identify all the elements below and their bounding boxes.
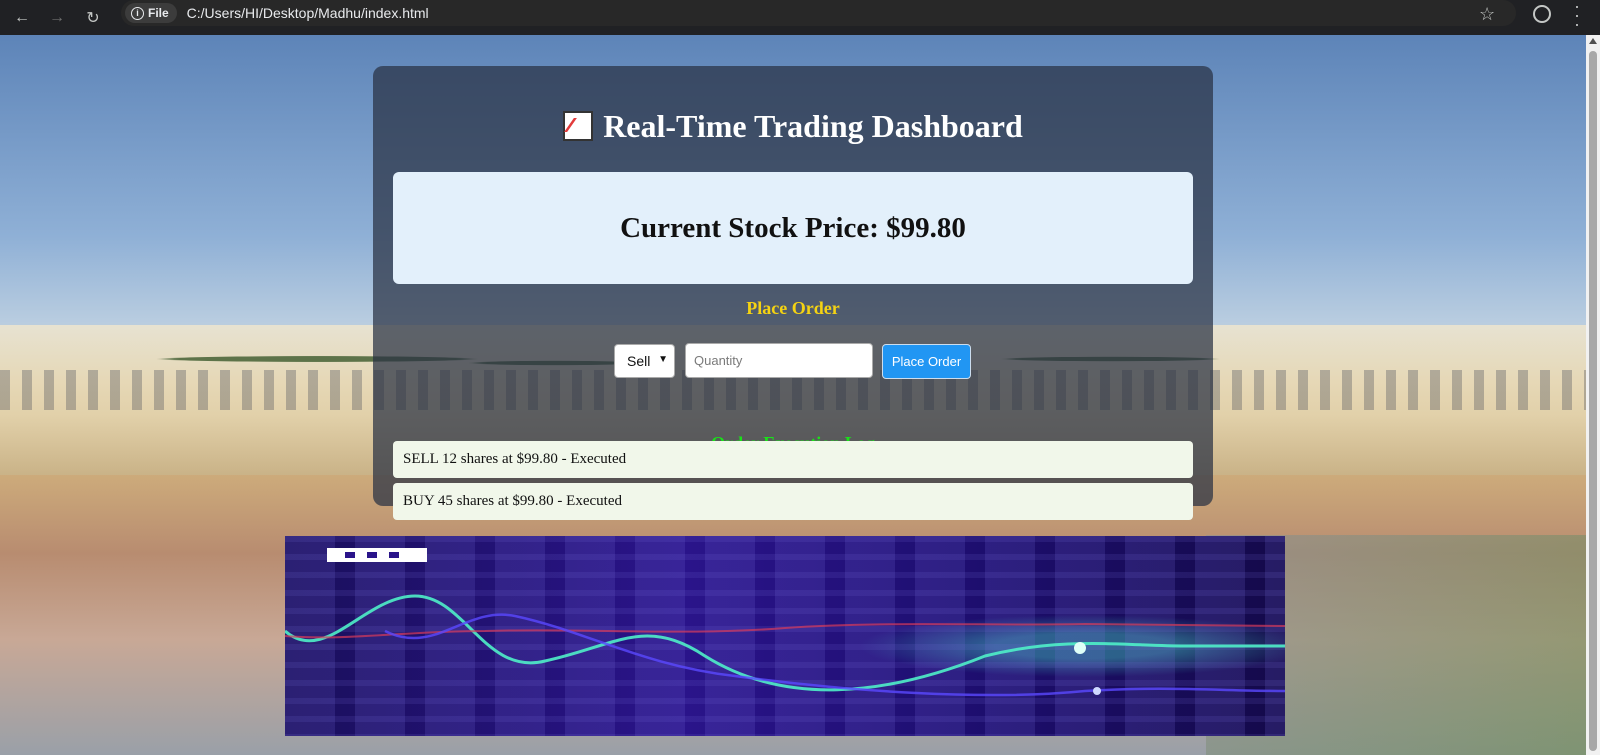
trading-banner-image <box>285 536 1285 736</box>
menu-dots-icon[interactable]: · · · <box>1572 0 1582 33</box>
reload-icon[interactable]: ↻ <box>81 6 105 30</box>
current-price-label: Current Stock Price: $99.80 <box>620 211 966 244</box>
page-viewport: Real-Time Trading Dashboard Current Stoc… <box>0 35 1586 755</box>
place-order-heading: Place Order <box>746 298 840 318</box>
address-bar[interactable]: i File C:/Users/HI/Desktop/Madhu/index.h… <box>121 0 1516 26</box>
chevron-down-icon: ▼ <box>658 354 668 365</box>
site-info-chip[interactable]: i File <box>125 3 177 23</box>
info-icon: i <box>131 6 144 20</box>
site-info-label: File <box>148 6 169 20</box>
place-order-button[interactable]: Place Order <box>882 344 971 379</box>
current-price-card: Current Stock Price: $99.80 <box>393 172 1193 284</box>
scrollbar-thumb[interactable] <box>1589 51 1597 751</box>
scroll-up-arrow-icon[interactable] <box>1589 38 1597 44</box>
bookmark-star-icon[interactable]: ☆ <box>1479 4 1495 25</box>
chart-increasing-icon <box>563 111 594 141</box>
quantity-input[interactable] <box>685 343 873 378</box>
page-title: Real-Time Trading Dashboard <box>373 108 1213 145</box>
log-item: SELL 12 shares at $99.80 - Executed <box>393 441 1193 478</box>
log-item: BUY 45 shares at $99.80 - Executed <box>393 483 1193 520</box>
page-scrollbar[interactable] <box>1586 35 1600 755</box>
banner-wave-graphic <box>285 594 1285 697</box>
back-arrow-icon[interactable]: ← <box>10 6 34 30</box>
profile-icon[interactable] <box>1533 5 1551 23</box>
order-type-select[interactable]: Sell ▼ <box>614 344 675 378</box>
browser-toolbar: ← → ↻ i File C:/Users/HI/Desktop/Madhu/i… <box>0 0 1600 35</box>
order-type-selected: Sell <box>627 353 651 369</box>
url-text[interactable]: C:/Users/HI/Desktop/Madhu/index.html <box>187 5 429 21</box>
forward-arrow-icon[interactable]: → <box>45 6 69 30</box>
page-title-text: Real-Time Trading Dashboard <box>603 108 1023 144</box>
